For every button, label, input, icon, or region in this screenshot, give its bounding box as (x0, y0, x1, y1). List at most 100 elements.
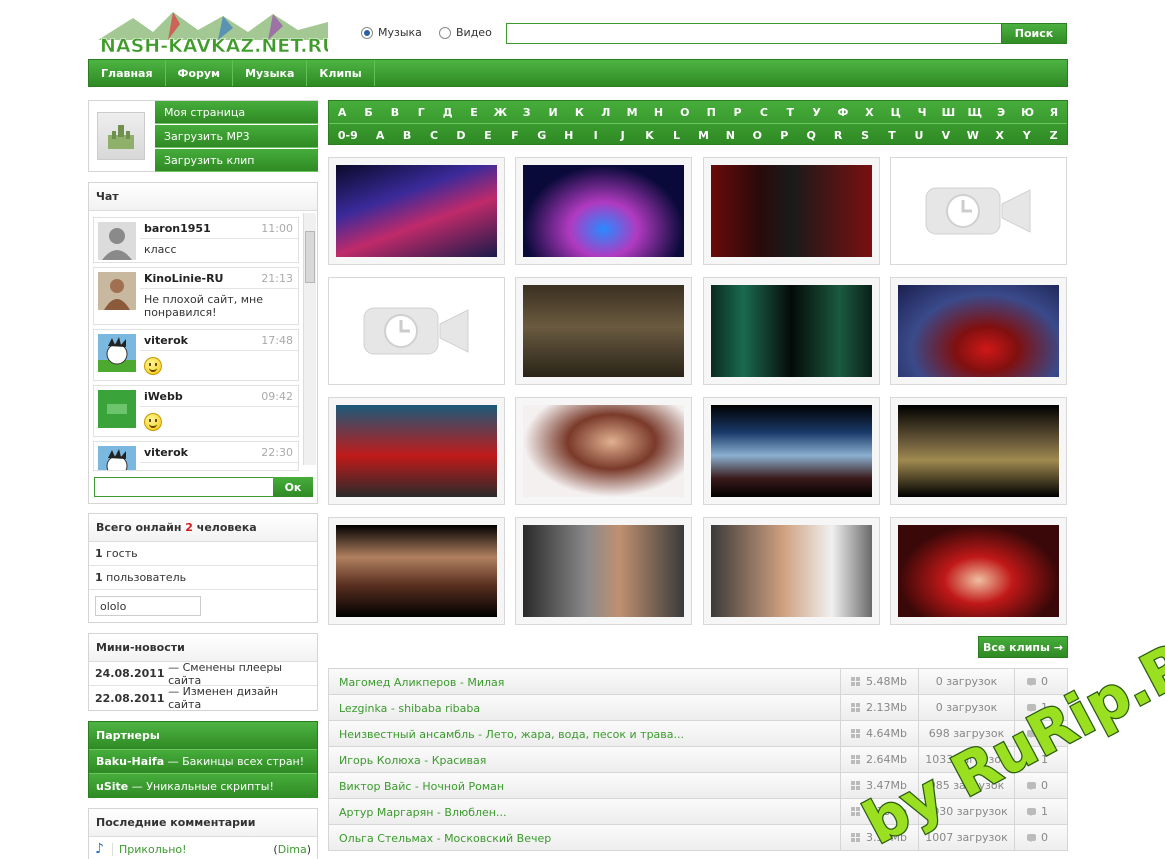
chat-nick[interactable]: iWebb (144, 390, 183, 403)
alphabet-letter[interactable]: R (825, 124, 852, 146)
track-title[interactable]: Неизвестный ансамбль - Лето, жара, вода,… (339, 728, 684, 741)
radio-music[interactable]: Музыка (361, 26, 422, 39)
alphabet-letter[interactable]: P (771, 124, 798, 146)
alphabet-letter[interactable]: Щ (962, 101, 988, 123)
alphabet-letter[interactable]: Ф (830, 101, 856, 123)
alphabet-letter[interactable]: Э (988, 101, 1014, 123)
alphabet-letter[interactable]: М (619, 101, 645, 123)
clip-thumb[interactable] (703, 277, 880, 385)
partner-item[interactable]: uSite — Уникальные скрипты! (89, 774, 317, 798)
chat-scroll-thumb[interactable] (305, 231, 315, 283)
menu-my-page[interactable]: Моя страница (155, 101, 318, 124)
comment-author[interactable]: Dima (278, 843, 307, 856)
clip-thumb[interactable] (703, 517, 880, 625)
alphabet-letter[interactable]: E (474, 124, 501, 146)
chat-nick[interactable]: KinoLinie-RU (144, 272, 224, 285)
alphabet-letter[interactable]: Ш (935, 101, 961, 123)
chat-send-button[interactable]: Ок (273, 477, 313, 497)
clip-thumb-placeholder[interactable] (890, 157, 1067, 265)
alphabet-letter[interactable]: B (394, 124, 421, 146)
alphabet-letter[interactable]: Х (856, 101, 882, 123)
track-title[interactable]: Артур Маргарян - Влюблен... (339, 806, 507, 819)
alphabet-letter[interactable]: Z (1040, 124, 1067, 146)
avatar[interactable] (98, 390, 136, 428)
chat-input[interactable] (94, 477, 274, 497)
chat-nick[interactable]: baron1951 (144, 222, 211, 235)
nav-home[interactable]: Главная (89, 60, 166, 86)
alphabet-letter[interactable]: А (329, 101, 355, 123)
chat-nick[interactable]: viterok (144, 446, 188, 459)
clip-thumb[interactable] (890, 277, 1067, 385)
alphabet-letter[interactable]: I (582, 124, 609, 146)
alphabet-letter[interactable]: O (744, 124, 771, 146)
alphabet-letter[interactable]: Л (593, 101, 619, 123)
track-title[interactable]: Магомед Аликперов - Милая (339, 676, 504, 689)
alphabet-letter[interactable]: И (540, 101, 566, 123)
nav-music[interactable]: Музыка (233, 60, 308, 86)
site-logo[interactable]: NASH-KAVKAZ.NET.RU (98, 10, 328, 60)
alphabet-letter[interactable]: N (717, 124, 744, 146)
comment-text[interactable]: Прикольно! (111, 842, 187, 856)
clip-thumb[interactable] (328, 397, 505, 505)
track-title[interactable]: Виктор Вайс - Ночной Роман (339, 780, 504, 793)
alphabet-letter[interactable]: Г (408, 101, 434, 123)
radio-video[interactable]: Видео (439, 26, 492, 39)
menu-upload-clip[interactable]: Загрузить клип (155, 149, 318, 172)
clip-thumb[interactable] (515, 157, 692, 265)
nav-clips[interactable]: Клипы (307, 60, 375, 86)
alphabet-letter[interactable]: З (514, 101, 540, 123)
alphabet-letter[interactable]: О (672, 101, 698, 123)
alphabet-letter[interactable]: Ч (909, 101, 935, 123)
alphabet-letter[interactable]: J (609, 124, 636, 146)
alphabet-letter[interactable]: M (690, 124, 717, 146)
search-button[interactable]: Поиск (1001, 23, 1067, 44)
alphabet-letter[interactable]: S (852, 124, 879, 146)
alphabet-letter[interactable]: Ю (1014, 101, 1040, 123)
clip-thumb[interactable] (890, 517, 1067, 625)
radio-music-dot[interactable] (361, 26, 373, 39)
alphabet-letter[interactable]: D (448, 124, 475, 146)
alphabet-letter[interactable]: 0-9 (329, 124, 367, 146)
search-input[interactable] (506, 23, 1002, 44)
alphabet-letter[interactable]: П (698, 101, 724, 123)
partner-item[interactable]: Baku-Haifa — Бакинцы всех стран! (89, 750, 317, 774)
track-title[interactable]: Lezginka - shibaba ribaba (339, 702, 480, 715)
user-avatar[interactable] (97, 112, 145, 160)
alphabet-letter[interactable]: Н (645, 101, 671, 123)
alphabet-letter[interactable]: K (636, 124, 663, 146)
alphabet-letter[interactable]: A (367, 124, 394, 146)
alphabet-letter[interactable]: Ж (487, 101, 513, 123)
clip-thumb-placeholder[interactable] (328, 277, 505, 385)
clip-thumb[interactable] (703, 397, 880, 505)
avatar[interactable] (98, 334, 136, 372)
alphabet-letter[interactable]: Б (355, 101, 381, 123)
alphabet-letter[interactable]: W (959, 124, 986, 146)
radio-video-dot[interactable] (439, 26, 451, 39)
alphabet-letter[interactable]: С (751, 101, 777, 123)
alphabet-letter[interactable]: В (382, 101, 408, 123)
clip-thumb[interactable] (890, 397, 1067, 505)
alphabet-letter[interactable]: U (905, 124, 932, 146)
alphabet-letter[interactable]: Р (724, 101, 750, 123)
all-clips-button[interactable]: Все клипы → (978, 636, 1068, 658)
clip-thumb[interactable] (328, 517, 505, 625)
alphabet-letter[interactable]: H (555, 124, 582, 146)
chat-nick[interactable]: viterok (144, 334, 188, 347)
avatar[interactable] (98, 272, 136, 310)
clip-thumb[interactable] (515, 517, 692, 625)
alphabet-letter[interactable]: У (803, 101, 829, 123)
alphabet-letter[interactable]: К (566, 101, 592, 123)
clip-thumb[interactable] (328, 157, 505, 265)
clip-thumb[interactable] (703, 157, 880, 265)
alphabet-letter[interactable]: X (986, 124, 1013, 146)
alphabet-letter[interactable]: T (879, 124, 906, 146)
alphabet-letter[interactable]: Q (798, 124, 825, 146)
avatar[interactable] (98, 222, 136, 260)
track-title[interactable]: Игорь Колюха - Красивая (339, 754, 486, 767)
alphabet-letter[interactable]: Y (1013, 124, 1040, 146)
online-user-name[interactable]: ololo (95, 596, 201, 616)
alphabet-letter[interactable]: V (932, 124, 959, 146)
alphabet-letter[interactable]: F (501, 124, 528, 146)
alphabet-letter[interactable]: Я (1041, 101, 1067, 123)
alphabet-letter[interactable]: L (663, 124, 690, 146)
